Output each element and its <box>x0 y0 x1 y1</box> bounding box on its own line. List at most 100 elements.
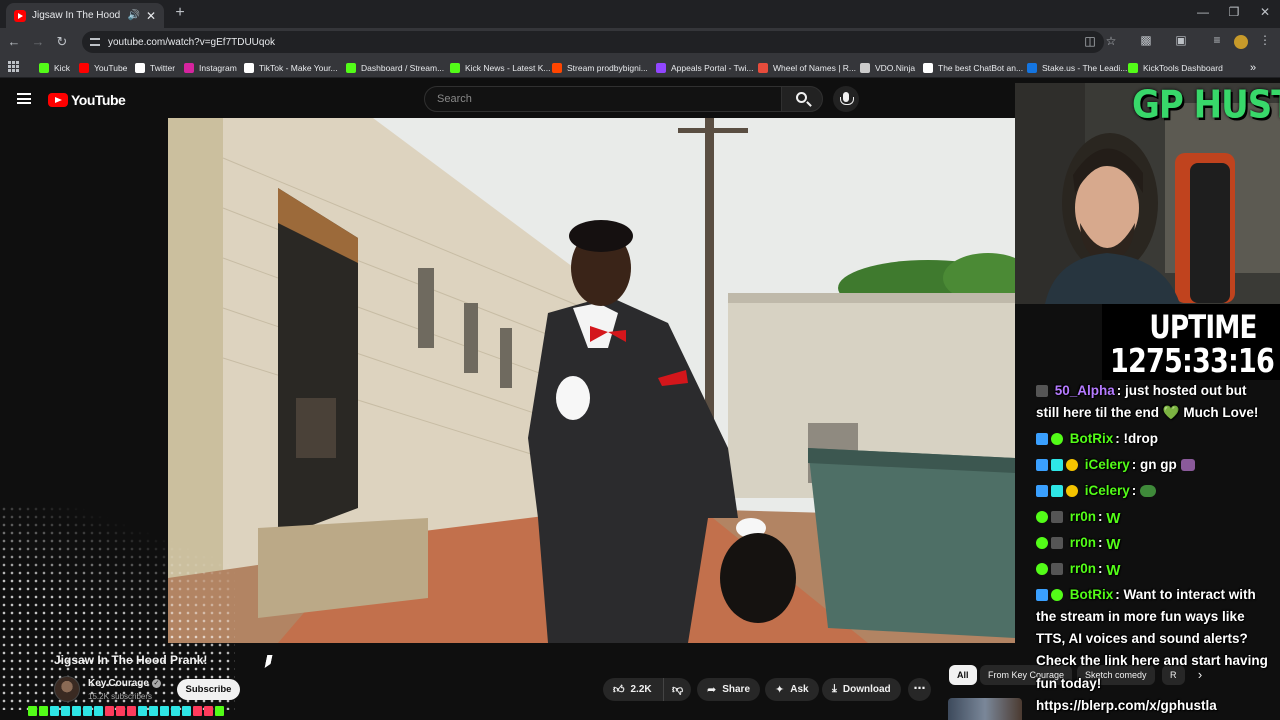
search-button[interactable] <box>781 86 823 112</box>
extensions-icon[interactable]: ▩ <box>1137 33 1155 47</box>
bookmark-item[interactable]: Stake.us - The Leadi... <box>1027 61 1127 75</box>
bookmark-favicon-icon <box>1128 63 1138 73</box>
bookmark-item[interactable]: Kick <box>39 61 70 75</box>
bookmark-item[interactable]: TikTok - Make Your... <box>244 61 338 75</box>
tab-title: Jigsaw In The Hood Prank! <box>32 10 121 21</box>
chat-username: rr0n <box>1069 535 1097 550</box>
recommended-video-thumbnail[interactable] <box>948 698 1022 720</box>
youtube-header: YouTube Search <box>0 78 1015 120</box>
bookmark-favicon-icon <box>346 63 356 73</box>
site-info-icon[interactable] <box>90 38 100 46</box>
more-actions-button[interactable]: ⋯ <box>908 678 931 701</box>
channel-name[interactable]: Key.Courage ✓ <box>88 678 161 689</box>
badge-icon <box>160 706 169 716</box>
forward-button[interactable]: → <box>29 33 47 51</box>
chat-message: still here til the end 💚 Much Love! <box>1036 402 1258 424</box>
bookmark-item[interactable]: YouTube <box>79 61 127 75</box>
badge-icon <box>61 706 70 716</box>
chat-text: : !drop <box>1115 431 1159 446</box>
bookmarks-overflow-icon[interactable]: » <box>1250 61 1256 75</box>
bookmark-item[interactable]: Instagram <box>184 61 237 75</box>
profile-avatar[interactable] <box>1234 35 1248 49</box>
chat-text: TTS, AI voices and sound alerts? <box>1036 631 1248 646</box>
chat-username: rr0n <box>1069 509 1097 524</box>
badge-icon <box>204 706 213 716</box>
verified-badge-icon <box>1036 511 1048 523</box>
bookmark-favicon-icon <box>450 63 460 73</box>
browser-menu-icon[interactable]: ⋮ <box>1256 33 1274 47</box>
video-frame <box>168 118 1015 643</box>
badge-icon <box>28 706 37 716</box>
chat-message: iCelery: gn gp <box>1036 454 1195 476</box>
coin-badge-icon <box>1066 459 1078 471</box>
back-button[interactable]: ← <box>5 33 23 51</box>
minimize-button[interactable]: — <box>1188 5 1218 19</box>
bookmark-favicon-icon <box>244 63 254 73</box>
subscribe-button[interactable]: Subscribe <box>177 679 240 700</box>
microphone-icon <box>840 92 854 105</box>
browser-tab-bar: Jigsaw In The Hood Prank! 🔊 ✕ + — ❐ ✕ <box>0 0 1280 28</box>
apps-grid-icon[interactable] <box>8 61 19 72</box>
bookmark-item[interactable]: Wheel of Names | R... <box>758 61 856 75</box>
chat-text: Check the link here and start having <box>1036 653 1268 668</box>
browser-tab-active[interactable]: Jigsaw In The Hood Prank! 🔊 ✕ <box>6 3 164 28</box>
cast-icon[interactable]: ▣ <box>1172 33 1190 47</box>
speaker-icon[interactable]: 🔊 <box>127 10 139 21</box>
chat-text: the stream in more fun ways like <box>1036 609 1245 624</box>
bookmark-item[interactable]: Stream prodbybigni... <box>552 61 648 75</box>
ask-button[interactable]: ✦ Ask <box>765 678 819 701</box>
guide-menu-icon[interactable] <box>17 93 31 104</box>
share-button[interactable]: ➦ Share <box>697 678 761 701</box>
close-window-button[interactable]: ✕ <box>1250 5 1280 19</box>
search-icon <box>796 92 807 103</box>
dislike-button[interactable]: 👎︎ <box>663 678 691 701</box>
download-button[interactable]: ⤓ Download <box>822 678 901 701</box>
chat-message: the stream in more fun ways like <box>1036 606 1245 628</box>
badge-icon <box>72 706 81 716</box>
bookmark-item[interactable]: Dashboard / Stream... <box>346 61 444 75</box>
chat-username: 50_Alpha <box>1054 383 1115 398</box>
bookmark-item[interactable]: KickTools Dashboard <box>1128 61 1223 75</box>
install-app-icon[interactable]: ◫ <box>1082 34 1098 48</box>
video-player[interactable] <box>168 118 1015 643</box>
subscriber-count: 15.2K subscribers <box>88 692 153 701</box>
voice-search-button[interactable] <box>833 86 859 112</box>
restore-button[interactable]: ❐ <box>1219 5 1249 19</box>
new-tab-button[interactable]: + <box>170 4 190 22</box>
user-badge-icon <box>1051 563 1063 575</box>
tab-close-icon[interactable]: ✕ <box>146 9 156 23</box>
like-button[interactable]: 👍︎ 2.2K <box>603 678 663 701</box>
badge-icon <box>138 706 147 716</box>
chat-message: fun today! <box>1036 673 1101 695</box>
chat-username: iCelery <box>1084 483 1130 498</box>
chat-username: iCelery <box>1084 457 1130 472</box>
chat-text: : Want to interact with <box>1115 587 1256 602</box>
chat-message: rr0n: W <box>1036 506 1120 530</box>
search-input[interactable]: Search <box>424 86 782 112</box>
chat-text: : <box>1098 561 1103 576</box>
url-text: youtube.com/watch?v=gEf7TDUUqok <box>108 36 276 48</box>
chip-all[interactable]: All <box>949 665 977 685</box>
media-control-icon[interactable]: ≡ <box>1208 33 1226 47</box>
bookmark-item[interactable]: VDO.Ninja <box>860 61 915 75</box>
bookmark-item[interactable]: The best ChatBot an... <box>923 61 1023 75</box>
chat-message: rr0n: W <box>1036 558 1120 582</box>
user-badge-icon <box>1051 485 1063 497</box>
bookmark-item[interactable]: Twitter <box>135 61 175 75</box>
badge-icon <box>182 706 191 716</box>
mouse-cursor-icon <box>264 655 273 668</box>
reload-button[interactable]: ↻ <box>53 33 71 51</box>
url-omnibox[interactable]: youtube.com/watch?v=gEf7TDUUqok <box>82 31 1104 53</box>
user-badge-icon <box>1036 459 1048 471</box>
user-badge-icon <box>1051 459 1063 471</box>
chat-message: iCelery: <box>1036 480 1157 502</box>
sparkle-icon: ✦ <box>775 684 785 696</box>
chat-text: https://blerp.com/x/gphustla <box>1036 698 1217 713</box>
chat-text: : <box>1131 483 1137 498</box>
youtube-logo[interactable]: YouTube <box>48 92 126 108</box>
bookmark-item[interactable]: Appeals Portal - Twi... <box>656 61 754 75</box>
channel-avatar[interactable] <box>54 676 80 702</box>
bookmark-item[interactable]: Kick News - Latest K... <box>450 61 551 75</box>
share-arrow-icon: ➦ <box>707 684 717 696</box>
bookmark-star-icon[interactable]: ☆ <box>1103 34 1119 48</box>
